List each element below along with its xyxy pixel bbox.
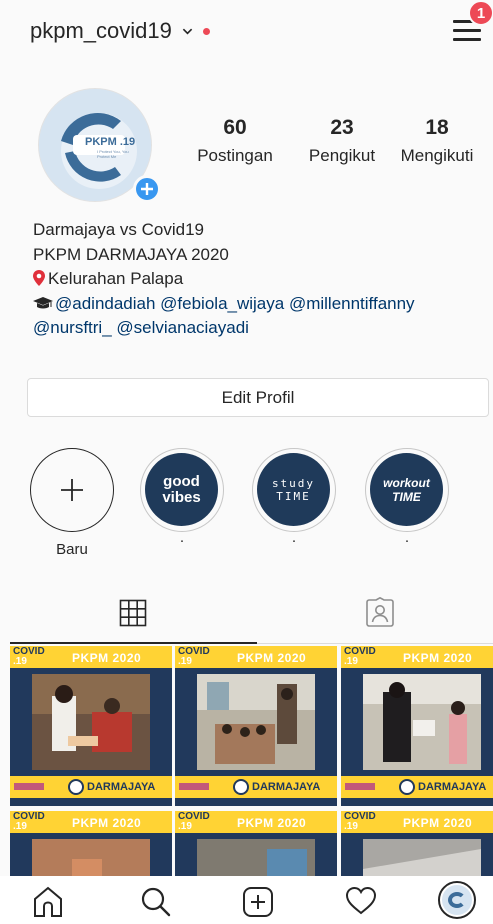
- plus-icon: [141, 183, 153, 195]
- stat-label: Pengikut: [308, 146, 376, 165]
- bottom-navigation: [0, 876, 493, 924]
- highlight-good-vibes[interactable]: good vibes: [140, 448, 224, 532]
- notification-badge: 1: [468, 0, 493, 26]
- post-thumbnail[interactable]: COVID .19 PKPM 2020 DARMAJAYA: [341, 646, 493, 806]
- graduation-cap-icon: [33, 296, 53, 308]
- activity-heart-icon[interactable]: [345, 886, 377, 916]
- mention-links[interactable]: @nursftri_ @selvianaciayadi: [33, 316, 483, 341]
- highlight-workout-time[interactable]: workout TIME: [365, 448, 449, 532]
- username: pkpm_covid19: [30, 18, 172, 43]
- plus-icon: [60, 478, 83, 501]
- new-highlight-button[interactable]: [30, 448, 114, 532]
- tab-tagged[interactable]: [257, 585, 493, 642]
- post-thumbnail[interactable]: COVID .19 PKPM 2020 DARMAJAYA: [10, 646, 172, 806]
- home-icon[interactable]: [33, 886, 63, 918]
- followers-count[interactable]: 23 Pengikut: [294, 116, 390, 166]
- following-count[interactable]: 18 Mengikuti: [392, 116, 482, 166]
- post-photo: [197, 674, 315, 770]
- avatar-subtitle: I Protect You, You Protect Me: [97, 149, 129, 159]
- tab-grid[interactable]: [10, 585, 257, 642]
- account-switcher[interactable]: pkpm_covid19: [30, 18, 210, 44]
- active-tab-indicator: [10, 642, 257, 644]
- stat-value: 18: [425, 116, 449, 139]
- post-thumbnail[interactable]: COVID .19 PKPM 2020 DARMAJAYA: [175, 646, 337, 806]
- stat-value: 60: [223, 116, 247, 139]
- profile-bio: Darmajaya vs Covid19 PKPM DARMAJAYA 2020…: [33, 218, 483, 341]
- post-photo: [32, 839, 150, 876]
- tab-divider: [257, 642, 493, 643]
- chevron-down-icon: [182, 28, 193, 35]
- posts-count[interactable]: 60 Postingan: [190, 116, 280, 166]
- post-thumbnail[interactable]: COVID .19 PKPM 2020: [341, 811, 493, 876]
- activity-dot: [202, 27, 210, 35]
- new-post-icon[interactable]: [242, 886, 274, 918]
- post-photo: [197, 839, 315, 876]
- bio-location: Kelurahan Palapa: [33, 267, 483, 292]
- post-thumbnail[interactable]: COVID .19 PKPM 2020: [175, 811, 337, 876]
- bio-mentions[interactable]: @adindadiah @febiola_wijaya @millenntiff…: [33, 292, 483, 317]
- bio-line: PKPM DARMAJAYA 2020: [33, 244, 229, 264]
- highlight-cover-text: study TIME: [271, 476, 316, 503]
- profile-tabs: [10, 585, 493, 645]
- post-photo: [363, 674, 481, 770]
- avatar-title: PKPM .19: [85, 136, 136, 148]
- highlight-cover-text: good vibes: [162, 472, 201, 506]
- location-pin-icon: [33, 270, 45, 286]
- mention-links[interactable]: @adindadiah @febiola_wijaya @millenntiff…: [55, 294, 415, 313]
- profile-header: pkpm_covid19 1: [0, 0, 493, 70]
- stat-value: 23: [330, 116, 354, 139]
- bio-line: Darmajaya vs Covid19: [33, 220, 205, 239]
- highlight-study-time[interactable]: study TIME: [252, 448, 336, 532]
- highlight-label: ·: [179, 532, 185, 549]
- post-thumbnail[interactable]: COVID .19 PKPM 2020: [10, 811, 172, 876]
- stat-label: Postingan: [197, 146, 273, 165]
- highlight-label: ·: [404, 532, 410, 549]
- grid-icon: [119, 599, 147, 627]
- highlight-label: ·: [291, 532, 297, 549]
- edit-profile-button[interactable]: Edit Profil: [27, 378, 489, 417]
- post-photo: [363, 839, 481, 876]
- posts-grid: COVID .19 PKPM 2020 DARMAJAYA COVID .19 PKPM…: [10, 646, 493, 876]
- post-photo: [32, 674, 150, 770]
- search-icon[interactable]: [140, 886, 172, 918]
- profile-avatar-icon[interactable]: [438, 881, 476, 919]
- highlight-cover-text: workout TIME: [383, 475, 430, 504]
- highlight-label: Baru: [56, 541, 88, 558]
- stat-label: Mengikuti: [400, 146, 474, 165]
- add-story-button[interactable]: [133, 175, 161, 203]
- tagged-icon: [366, 597, 394, 627]
